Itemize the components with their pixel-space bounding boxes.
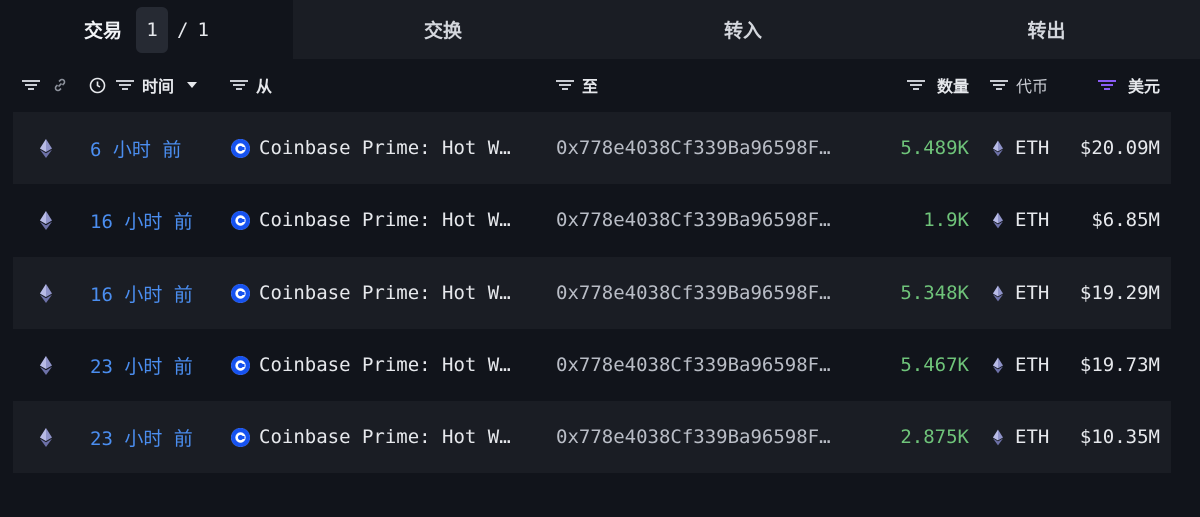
table-row[interactable]: 6 小时 前 Coinbase Prime: Hot W… 0x778e4038…: [13, 112, 1171, 184]
usd-value: $20.09M: [1079, 137, 1160, 159]
usd-filter-icon[interactable]: [1098, 78, 1116, 92]
coinbase-icon: [231, 210, 250, 230]
time-ago[interactable]: 16 小时 前: [90, 257, 193, 329]
from-label: Coinbase Prime: Hot W…: [259, 209, 511, 231]
tab-transactions[interactable]: 交易 1 / 1: [0, 0, 293, 59]
usd-value: $10.35M: [1079, 426, 1160, 448]
amount-column-label: 数量: [937, 77, 970, 96]
time-ago[interactable]: 16 小时 前: [90, 184, 193, 256]
usd-column-label: 美元: [1128, 77, 1161, 96]
coinbase-icon: [231, 355, 250, 375]
token[interactable]: ETH: [993, 184, 1049, 256]
to-address[interactable]: 0x778e4038Cf339Ba96598F…: [556, 257, 831, 329]
token-amount: 5.489K: [900, 137, 969, 159]
to-address[interactable]: 0x778e4038Cf339Ba96598F…: [556, 184, 831, 256]
tab-swaps-label: 交换: [423, 20, 462, 42]
usd-value: $19.73M: [1079, 354, 1160, 376]
ethereum-icon: [993, 285, 1003, 302]
from-address[interactable]: Coinbase Prime: Hot W…: [231, 112, 511, 184]
tab-transactions-label: 交易: [84, 20, 123, 42]
token-filter-icon[interactable]: [990, 78, 1008, 92]
usd-value: $19.29M: [1079, 282, 1160, 304]
ethereum-icon: [37, 257, 55, 329]
chain-column-header: [22, 59, 68, 111]
coinbase-icon: [231, 283, 250, 303]
to-column-label: 至: [582, 77, 599, 96]
transfers-panel: 交易 1 / 1 交换 转入 转出 时间 从 至 数量 代币 美元 6 小时 前…: [0, 0, 1200, 517]
page-current[interactable]: 1: [136, 6, 169, 53]
to-column-header[interactable]: 至: [556, 59, 598, 111]
token-amount: 1.9K: [923, 209, 969, 231]
token-column-header[interactable]: 代币: [990, 59, 1048, 111]
tab-outflow[interactable]: 转出: [893, 0, 1200, 59]
tab-bar: 交易 1 / 1 交换 转入 转出: [0, 0, 1200, 59]
time-ago[interactable]: 23 小时 前: [90, 329, 193, 401]
ethereum-icon: [37, 329, 55, 401]
from-label: Coinbase Prime: Hot W…: [259, 354, 511, 376]
tab-swaps[interactable]: 交换: [293, 0, 593, 59]
link-icon[interactable]: [52, 77, 68, 93]
token[interactable]: ETH: [993, 257, 1049, 329]
ethereum-icon: [37, 112, 55, 184]
time-column-label: 时间: [142, 77, 175, 96]
token-symbol: ETH: [1015, 282, 1050, 304]
amount-filter-icon[interactable]: [907, 78, 925, 92]
from-address[interactable]: Coinbase Prime: Hot W…: [231, 401, 511, 473]
from-filter-icon[interactable]: [230, 78, 248, 92]
ethereum-icon: [37, 184, 55, 256]
table-row[interactable]: 16 小时 前 Coinbase Prime: Hot W… 0x778e403…: [13, 184, 1171, 256]
clock-icon: [89, 77, 106, 94]
from-address[interactable]: Coinbase Prime: Hot W…: [231, 329, 511, 401]
ethereum-icon: [37, 401, 55, 473]
filter-icon[interactable]: [22, 78, 40, 92]
time-column-header[interactable]: 时间: [89, 59, 198, 111]
usd-column-header[interactable]: 美元: [1098, 59, 1160, 111]
token[interactable]: ETH: [993, 112, 1049, 184]
ethereum-icon: [993, 140, 1003, 157]
token[interactable]: ETH: [993, 329, 1049, 401]
time-filter-icon[interactable]: [116, 78, 134, 92]
from-address[interactable]: Coinbase Prime: Hot W…: [231, 257, 511, 329]
token-symbol: ETH: [1015, 354, 1050, 376]
ethereum-icon: [993, 429, 1003, 446]
token-amount: 5.348K: [900, 282, 969, 304]
to-address[interactable]: 0x778e4038Cf339Ba96598F…: [556, 112, 831, 184]
table-row[interactable]: 16 小时 前 Coinbase Prime: Hot W… 0x778e403…: [13, 257, 1171, 329]
usd-value: $6.85M: [1091, 209, 1160, 231]
token-amount: 2.875K: [900, 426, 969, 448]
from-column-label: 从: [256, 77, 273, 96]
table-row[interactable]: 23 小时 前 Coinbase Prime: Hot W… 0x778e403…: [13, 401, 1171, 473]
tab-inflow-label: 转入: [723, 20, 762, 42]
page-total: 1: [197, 18, 209, 41]
ethereum-icon: [993, 357, 1003, 374]
table-header: 时间 从 至 数量 代币 美元: [0, 59, 1200, 111]
ethereum-icon: [993, 212, 1003, 229]
page-separator: /: [177, 18, 189, 41]
token-amount: 5.467K: [900, 354, 969, 376]
sort-down-icon[interactable]: [186, 81, 198, 89]
token-symbol: ETH: [1015, 426, 1050, 448]
to-filter-icon[interactable]: [556, 78, 574, 92]
token-symbol: ETH: [1015, 209, 1050, 231]
tab-outflow-label: 转出: [1027, 20, 1066, 42]
from-column-header[interactable]: 从: [230, 59, 272, 111]
to-address[interactable]: 0x778e4038Cf339Ba96598F…: [556, 401, 831, 473]
tab-inflow[interactable]: 转入: [593, 0, 893, 59]
from-label: Coinbase Prime: Hot W…: [259, 282, 511, 304]
time-ago[interactable]: 6 小时 前: [90, 112, 181, 184]
from-address[interactable]: Coinbase Prime: Hot W…: [231, 184, 511, 256]
to-address[interactable]: 0x778e4038Cf339Ba96598F…: [556, 329, 831, 401]
amount-column-header[interactable]: 数量: [907, 59, 969, 111]
table-row[interactable]: 23 小时 前 Coinbase Prime: Hot W… 0x778e403…: [13, 329, 1171, 401]
token-symbol: ETH: [1015, 137, 1050, 159]
token[interactable]: ETH: [993, 401, 1049, 473]
from-label: Coinbase Prime: Hot W…: [259, 426, 511, 448]
time-ago[interactable]: 23 小时 前: [90, 401, 193, 473]
coinbase-icon: [231, 138, 250, 158]
from-label: Coinbase Prime: Hot W…: [259, 137, 511, 159]
coinbase-icon: [231, 427, 250, 447]
token-column-label: 代币: [1016, 77, 1049, 96]
